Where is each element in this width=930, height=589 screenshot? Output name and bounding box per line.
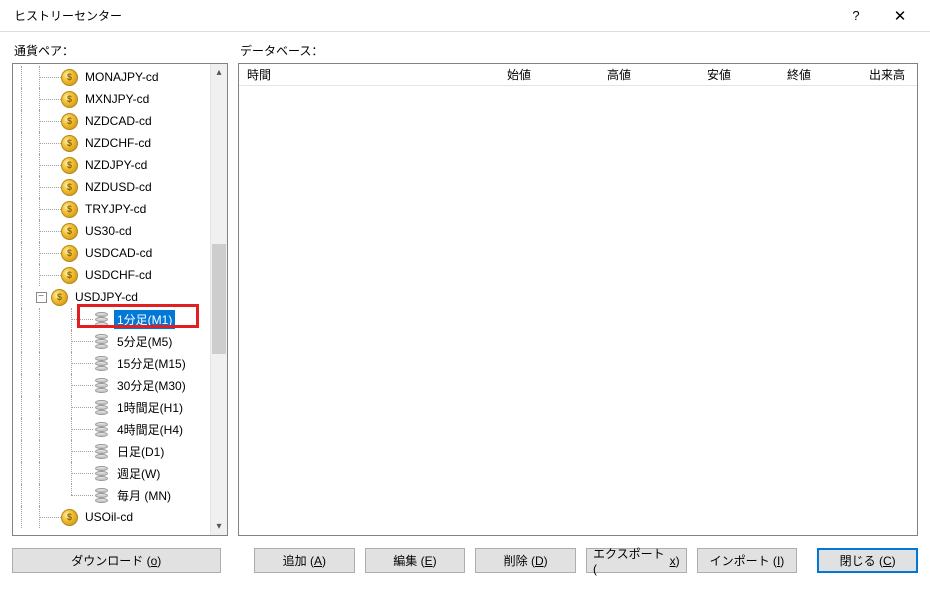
coin-icon: $ (61, 201, 78, 218)
tree-item-label: TRYJPY-cd (82, 201, 149, 217)
scroll-down-icon[interactable]: ▾ (211, 518, 227, 535)
coin-icon: $ (61, 91, 78, 108)
pairs-label: 通貨ペア： (12, 42, 228, 59)
tree-item[interactable]: $USDCHF-cd (13, 264, 210, 286)
col-high[interactable]: 高値 (539, 66, 639, 83)
tree-item-label: 週足(W) (114, 464, 163, 483)
coin-icon: $ (51, 289, 68, 306)
tree-item-label: USOil-cd (82, 509, 136, 525)
tree-item[interactable]: $MXNJPY-cd (13, 88, 210, 110)
coin-icon: $ (61, 267, 78, 284)
database-panel: データベース： 時間 始値 高値 安値 終値 出来高 (238, 42, 918, 536)
add-button[interactable]: 追加 (A) (254, 548, 355, 573)
tree-item-label: 1分足(M1) (114, 310, 175, 329)
tree-scrollbar[interactable]: ▴ ▾ (210, 64, 227, 535)
tree-item[interactable]: $NZDCHF-cd (13, 132, 210, 154)
tree-item[interactable]: $NZDUSD-cd (13, 176, 210, 198)
tree-item[interactable]: $NZDCAD-cd (13, 110, 210, 132)
window-title: ヒストリーセンター (8, 7, 834, 24)
scroll-up-icon[interactable]: ▴ (211, 64, 227, 81)
tree-item[interactable]: $NZDJPY-cd (13, 154, 210, 176)
tree-container: $MONAJPY-cd$MXNJPY-cd$NZDCAD-cd$NZDCHF-c… (12, 63, 228, 536)
import-button[interactable]: インポート (I) (697, 548, 798, 573)
database-icon (93, 311, 110, 328)
coin-icon: $ (61, 245, 78, 262)
data-list: 時間 始値 高値 安値 終値 出来高 (238, 63, 918, 536)
tree-item-label: NZDCAD-cd (82, 113, 155, 129)
col-low[interactable]: 安値 (639, 66, 739, 83)
tree-item-label: 30分足(M30) (114, 376, 189, 395)
tree-item-label: 日足(D1) (114, 442, 167, 461)
tree-item-label: USDCAD-cd (82, 245, 155, 261)
minus-icon: − (36, 292, 47, 303)
tree-item-label: 毎月 (MN) (114, 486, 174, 505)
tree-item-label: 1時間足(H1) (114, 398, 186, 417)
database-icon (93, 355, 110, 372)
tree-item[interactable]: $USDCAD-cd (13, 242, 210, 264)
coin-icon: $ (61, 69, 78, 86)
coin-icon: $ (61, 509, 78, 526)
tree-item[interactable]: $USOil-cd (13, 506, 210, 528)
tree-item-label: MXNJPY-cd (82, 91, 152, 107)
close-button[interactable]: ✕ (878, 1, 922, 31)
close-dialog-button[interactable]: 閉じる (C) (817, 548, 918, 573)
tree-item-label: NZDCHF-cd (82, 135, 154, 151)
database-icon (93, 421, 110, 438)
database-icon (93, 487, 110, 504)
pairs-panel: 通貨ペア： $MONAJPY-cd$MXNJPY-cd$NZDCAD-cd$NZ… (12, 42, 228, 536)
col-close[interactable]: 終値 (739, 66, 819, 83)
database-icon (93, 399, 110, 416)
help-button[interactable]: ? (834, 1, 878, 31)
tree-item[interactable]: $US30-cd (13, 220, 210, 242)
coin-icon: $ (61, 223, 78, 240)
tree-child-item[interactable]: 15分足(M15) (13, 352, 210, 374)
tree-child-item[interactable]: 1分足(M1) (13, 308, 210, 330)
edit-button[interactable]: 編集 (E) (365, 548, 466, 573)
tree-item-label: USDCHF-cd (82, 267, 155, 283)
col-volume[interactable]: 出来高 (819, 66, 917, 83)
coin-icon: $ (61, 135, 78, 152)
download-button[interactable]: ダウンロード (o) (12, 548, 221, 573)
scroll-thumb[interactable] (212, 244, 226, 354)
coin-icon: $ (61, 157, 78, 174)
tree-item-label: 5分足(M5) (114, 332, 175, 351)
tree-item[interactable]: −$USDJPY-cd (13, 286, 210, 308)
symbol-tree[interactable]: $MONAJPY-cd$MXNJPY-cd$NZDCAD-cd$NZDCHF-c… (13, 64, 210, 535)
tree-child-item[interactable]: 5分足(M5) (13, 330, 210, 352)
collapse-toggle[interactable]: − (31, 286, 51, 308)
tree-item-label: US30-cd (82, 223, 135, 239)
tree-child-item[interactable]: 30分足(M30) (13, 374, 210, 396)
tree-item-label: MONAJPY-cd (82, 69, 162, 85)
coin-icon: $ (61, 113, 78, 130)
export-button[interactable]: エクスポート (x) (586, 548, 687, 573)
database-icon (93, 443, 110, 460)
col-open[interactable]: 始値 (439, 66, 539, 83)
tree-item[interactable]: $TRYJPY-cd (13, 198, 210, 220)
tree-child-item[interactable]: 日足(D1) (13, 440, 210, 462)
database-icon (93, 333, 110, 350)
tree-child-item[interactable]: 4時間足(H4) (13, 418, 210, 440)
database-icon (93, 465, 110, 482)
list-header: 時間 始値 高値 安値 終値 出来高 (239, 64, 917, 86)
content-area: 通貨ペア： $MONAJPY-cd$MXNJPY-cd$NZDCAD-cd$NZ… (0, 32, 930, 542)
tree-item[interactable]: $MONAJPY-cd (13, 66, 210, 88)
database-icon (93, 377, 110, 394)
delete-button[interactable]: 削除 (D) (475, 548, 576, 573)
coin-icon: $ (61, 179, 78, 196)
tree-child-item[interactable]: 毎月 (MN) (13, 484, 210, 506)
titlebar: ヒストリーセンター ? ✕ (0, 0, 930, 32)
tree-item-label: 4時間足(H4) (114, 420, 186, 439)
tree-child-item[interactable]: 週足(W) (13, 462, 210, 484)
button-bar: ダウンロード (o) 追加 (A) 編集 (E) 削除 (D) エクスポート (… (0, 542, 930, 583)
tree-item-label: USDJPY-cd (72, 289, 141, 305)
tree-item-label: NZDUSD-cd (82, 179, 155, 195)
tree-item-label: NZDJPY-cd (82, 157, 150, 173)
database-label: データベース： (238, 42, 918, 59)
tree-item-label: 15分足(M15) (114, 354, 189, 373)
tree-child-item[interactable]: 1時間足(H1) (13, 396, 210, 418)
col-time[interactable]: 時間 (239, 66, 439, 83)
